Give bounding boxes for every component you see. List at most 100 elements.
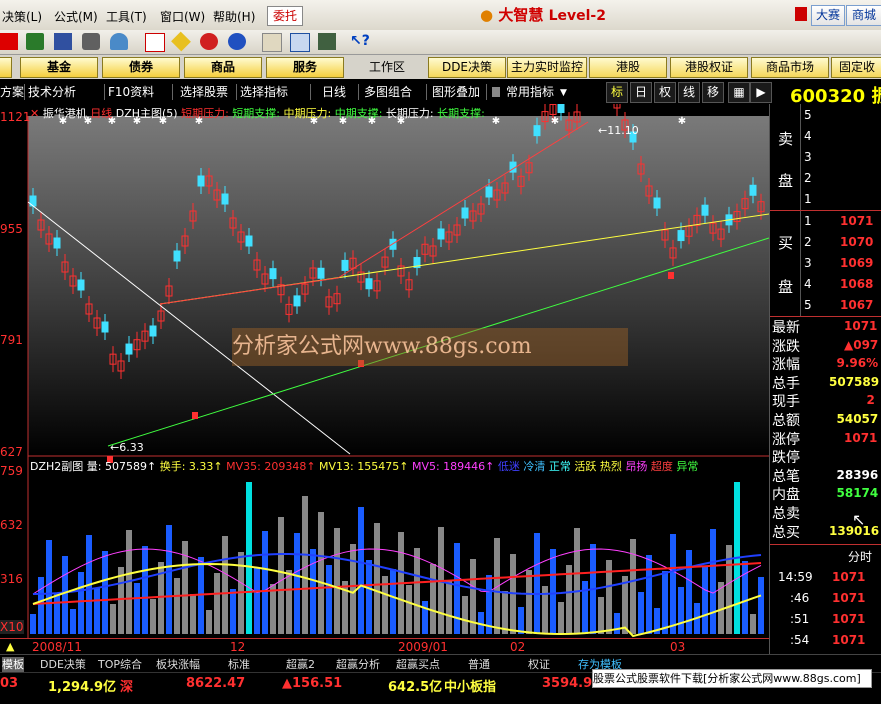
volume-bar-18 xyxy=(174,578,180,634)
home-icon[interactable] xyxy=(0,33,18,50)
menu-window[interactable]: 窗口(W) xyxy=(160,8,205,25)
watermark: 分析家公式网www.88gs.com xyxy=(232,328,628,366)
menu-decision[interactable]: 决策(L) xyxy=(2,8,42,25)
btn-ri[interactable]: 日 xyxy=(630,82,652,103)
ad-banner[interactable]: 股票公式股票软件下载[分析家公式网www.88gs.com] xyxy=(592,669,872,688)
menu-help[interactable]: 帮助(H) xyxy=(213,8,255,25)
status-sz-index: 8622.47 xyxy=(186,676,246,691)
func-left-button[interactable] xyxy=(0,57,12,78)
func-guding-button[interactable]: 固定收 xyxy=(831,57,881,78)
window-icon[interactable] xyxy=(290,33,310,52)
func-zhuli-button[interactable]: 主力实时监控 xyxy=(507,57,587,78)
volume-bar-22 xyxy=(206,610,212,634)
clipboard-icon[interactable] xyxy=(262,33,282,52)
candle-body-54 xyxy=(461,207,469,219)
quote-value-5: 54057 xyxy=(836,412,879,426)
template-tab-1[interactable]: DDE决策 xyxy=(40,657,86,673)
template-tab-5[interactable]: 超赢2 xyxy=(286,657,315,673)
btn-yi[interactable]: 移 xyxy=(702,82,724,103)
quote-label-9: 内盘 xyxy=(772,487,800,504)
f10-button[interactable]: F10资料 xyxy=(108,83,154,101)
template-tab-7[interactable]: 超赢买点 xyxy=(396,657,440,673)
volume-bar-90 xyxy=(750,614,756,634)
func-ganggu-button[interactable]: 港股 xyxy=(589,57,667,78)
dasai-button[interactable]: 大赛 xyxy=(811,5,845,26)
func-zhaiquan-button[interactable]: 债券 xyxy=(102,57,180,78)
multi-chart-button[interactable]: 多图组合 xyxy=(364,83,412,101)
candle-body-81 xyxy=(677,230,685,242)
template-tab-6[interactable]: 超赢分析 xyxy=(336,657,380,673)
diamond-icon[interactable] xyxy=(171,31,191,52)
alert-icon[interactable] xyxy=(795,7,807,21)
fenshi-label[interactable]: 分时 xyxy=(848,548,872,565)
workspace-label[interactable]: 工作区 xyxy=(352,58,422,77)
grid-toggle-icon[interactable]: ▦ xyxy=(728,82,750,103)
volume-bar-3 xyxy=(54,593,60,634)
btn-xian[interactable]: 线 xyxy=(678,82,700,103)
candle-body-9 xyxy=(101,321,109,333)
template-tab-0[interactable]: 模板 xyxy=(2,657,24,673)
grid-icon[interactable] xyxy=(54,33,72,50)
star-marker-10: ✱ xyxy=(492,116,500,127)
quote-label-3: 总手 xyxy=(772,375,800,392)
dropdown-arrow-icon[interactable]: ▼ xyxy=(560,88,567,98)
shangcheng-button[interactable]: 商城 xyxy=(846,5,881,26)
volume-bar-77 xyxy=(646,555,652,634)
y-label-632: 632 xyxy=(0,518,23,532)
btn-biao[interactable]: 标 xyxy=(606,82,628,103)
y-label-x10: X10 xyxy=(0,620,24,634)
report-icon[interactable] xyxy=(145,33,165,52)
bell-icon[interactable] xyxy=(110,33,128,50)
template-tab-2[interactable]: TOP综合 xyxy=(98,657,142,673)
select-indicator-button[interactable]: 选择指标 xyxy=(240,83,288,101)
kline-chart[interactable]: ✱ ✱ ✱ ✱ ✱ ✱ ✱ ✱ ✱ ✱ ✱ ✱ ✱ xyxy=(0,104,769,654)
buy-level-4: 4 xyxy=(804,277,812,291)
volume-bar-37 xyxy=(326,565,332,634)
template-tab-4[interactable]: 标准 xyxy=(228,657,250,673)
quote-value-6: 1071 xyxy=(844,430,878,445)
play-icon[interactable]: ▶ xyxy=(750,82,772,103)
func-shangpin-sc-button[interactable]: 商品市场 xyxy=(751,57,829,78)
sub-field-3: MV13: 155475↑ xyxy=(315,460,409,473)
help-pointer-icon[interactable]: ↖? xyxy=(350,33,370,50)
template-tab-9[interactable]: 权证 xyxy=(528,657,550,673)
sub-chart-title: DZH2副图 xyxy=(30,460,84,473)
chart-area[interactable]: ✱ ✱ ✱ ✱ ✱ ✱ ✱ ✱ ✱ ✱ ✱ ✱ ✱ ✕ 振华港机 日线 DZH主图(5) 短期压力: 短… xyxy=(0,104,769,655)
template-tab-8[interactable]: 普通 xyxy=(468,657,490,673)
status-sme-index: 3594.9 xyxy=(542,676,593,691)
daily-line-button[interactable]: 日线 xyxy=(322,83,346,101)
volume-bar-31 xyxy=(278,517,284,634)
func-ganggu-qz-button[interactable]: 港股权证 xyxy=(670,57,748,78)
volume-bar-40 xyxy=(350,544,356,634)
btn-quan[interactable]: 权 xyxy=(654,82,676,103)
menu-tools[interactable]: 工具(T) xyxy=(106,8,147,25)
volume-bar-54 xyxy=(462,596,468,634)
chart-icon[interactable] xyxy=(26,33,44,50)
menu-formula[interactable]: 公式(M) xyxy=(54,8,98,25)
candle-body-30 xyxy=(269,268,277,280)
sub-field-11: 超度 xyxy=(647,460,673,473)
common-indicator-button[interactable]: 常用指标 xyxy=(506,83,554,101)
func-dde-button[interactable]: DDE决策 xyxy=(428,57,506,78)
status-sme-label[interactable]: 中小板指 xyxy=(444,676,496,695)
status-sz-label[interactable]: 深 xyxy=(120,676,133,695)
scheme-button[interactable]: 方案 xyxy=(0,83,24,101)
volume-bar-73 xyxy=(614,613,620,634)
globe-icon[interactable] xyxy=(228,33,246,50)
books-icon[interactable] xyxy=(318,33,336,50)
weituo-button[interactable]: 委托 xyxy=(267,6,303,26)
tick-value-2: 1071 xyxy=(832,612,866,626)
binoculars-icon[interactable] xyxy=(82,33,100,50)
func-jijin-button[interactable]: 基金 xyxy=(20,57,98,78)
select-stock-button[interactable]: 选择股票 xyxy=(180,83,228,101)
func-shangpin-button[interactable]: 商品 xyxy=(184,57,262,78)
template-tab-3[interactable]: 板块涨幅 xyxy=(156,657,200,673)
candle-body-18 xyxy=(173,250,181,262)
date-axis-arrow-icon[interactable]: ▲ xyxy=(6,640,14,653)
tech-analysis-button[interactable]: 技术分析 xyxy=(28,83,76,101)
func-fuwu-button[interactable]: 服务 xyxy=(266,57,344,78)
header-marker-icon: ✕ xyxy=(30,107,40,120)
overlay-button[interactable]: 图形叠加 xyxy=(432,83,480,101)
money-icon[interactable] xyxy=(200,33,218,50)
candle-body-6 xyxy=(77,279,85,291)
